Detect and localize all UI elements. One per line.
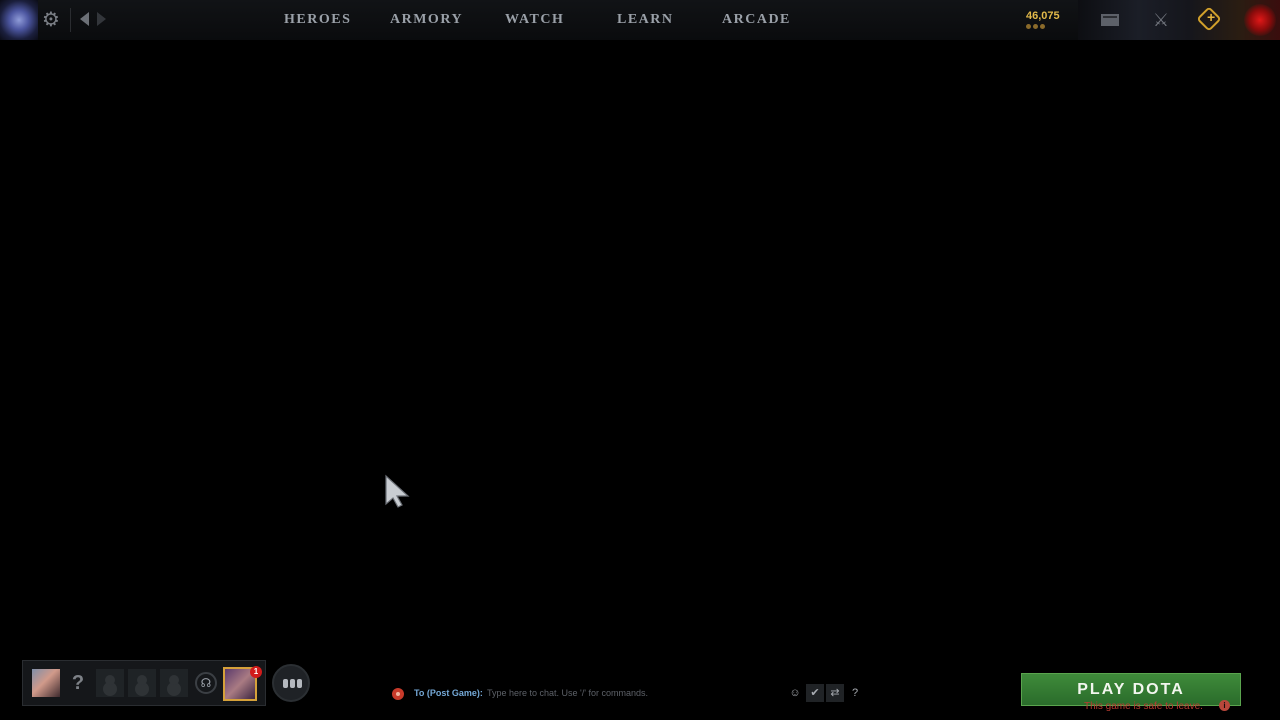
nav-arcade[interactable]: ARCADE [722,12,791,28]
player-avatar[interactable] [32,669,60,697]
nav-learn[interactable]: LEARN [617,12,674,28]
armory-icon[interactable]: ⚔ [1151,10,1171,30]
help-icon[interactable]: ? [846,684,864,702]
help-icon[interactable]: ? [64,669,92,697]
nav-watch[interactable]: WATCH [505,12,564,28]
info-icon[interactable]: i [1219,700,1230,711]
chevron-left-icon[interactable] [80,12,89,26]
mail-icon[interactable] [1101,14,1119,26]
empty-party-slot[interactable] [160,669,188,697]
dashboard-button[interactable] [0,0,38,40]
voice-chat-icon[interactable]: ☊ [195,672,217,694]
divider [70,8,71,32]
chat-channels-button[interactable] [272,664,310,702]
chevron-right-icon[interactable] [97,12,106,26]
nav-armory[interactable]: ARMORY [390,12,463,28]
profile-avatar[interactable] [1244,4,1276,36]
chat-channel-icon[interactable] [392,688,404,700]
empty-party-slot[interactable] [96,669,124,697]
swap-icon[interactable]: ⇄ [826,684,844,702]
mouse-cursor-icon [385,474,410,508]
shards-count[interactable]: 46,075 [1026,10,1066,22]
empty-party-slot[interactable] [128,669,156,697]
notification-badge: 1 [250,666,262,678]
chat-target-label[interactable]: To (Post Game): [414,688,483,698]
shards-icon [1026,24,1045,29]
gear-icon[interactable]: ⚙ [40,9,62,31]
check-icon[interactable]: ✔ [806,684,824,702]
chat-input[interactable]: Type here to chat. Use '/' for commands. [487,688,648,698]
chat-toolbar: ☺ ✔ ⇄ ? [786,684,864,702]
leave-status-text: This game is safe to leave. [1084,701,1203,712]
party-bar: ? ☊ 1 [22,660,266,706]
chat-bubble-icon [283,679,302,688]
emoticon-icon[interactable]: ☺ [786,684,804,702]
nav-heroes[interactable]: HEROES [284,12,351,28]
top-bar: ⚙ HEROES ARMORY WATCH LEARN ARCADE 46,07… [0,0,1280,40]
